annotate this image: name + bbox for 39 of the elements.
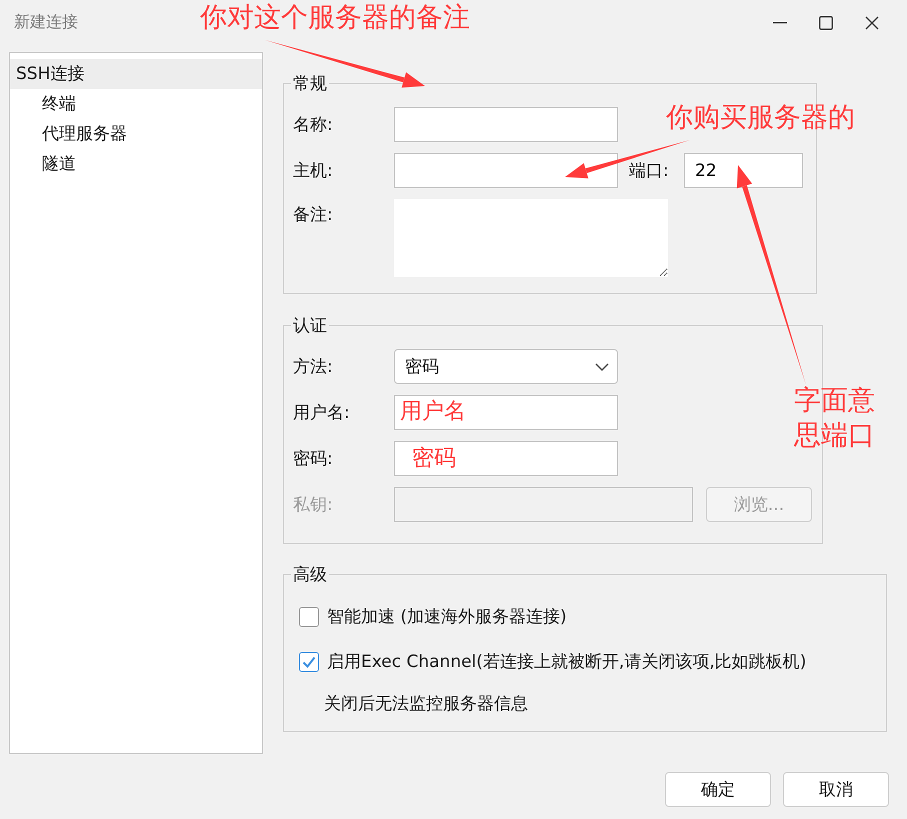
input-field[interactable]: [394, 107, 618, 142]
tree-item[interactable]: 代理服务器: [10, 119, 262, 149]
group-title: 高级: [292, 564, 328, 586]
close-icon: [865, 16, 879, 30]
input-field[interactable]: [394, 441, 618, 476]
checkbox[interactable]: [299, 652, 319, 672]
annotation-text: 用户名: [400, 398, 466, 426]
input-field[interactable]: 22: [684, 153, 803, 188]
check-icon: [302, 656, 316, 668]
minimize-icon: [773, 22, 787, 24]
field-label: 用户名:: [293, 402, 351, 424]
field-label: 私钥:: [293, 494, 334, 516]
field-label: 名称:: [293, 114, 334, 136]
field-label: 方法:: [293, 356, 334, 378]
checkbox-label: 启用Exec Channel(若连接上就被断开,请关闭该项,比如跳板机): [327, 651, 806, 673]
field-label: 密码:: [293, 448, 334, 470]
input-field[interactable]: [394, 395, 618, 430]
input-field[interactable]: [394, 153, 618, 188]
checkbox[interactable]: [299, 606, 319, 626]
annotation-text: 字面意思端口: [794, 384, 876, 454]
cancel-button[interactable]: 取消: [783, 772, 889, 807]
annotation-text: 你对这个服务器的备注: [200, 1, 470, 35]
ok-button[interactable]: 确定: [665, 772, 771, 807]
maximize-icon: [819, 16, 833, 30]
field-label: 端口:: [629, 160, 670, 182]
annotation-text: 密码: [412, 445, 456, 473]
field-label: 备注:: [293, 204, 334, 227]
annotation-text: 你购买服务器的: [666, 101, 855, 135]
window-title: 新建连接: [14, 12, 78, 33]
hint-text: 关闭后无法监控服务器信息: [324, 693, 529, 715]
chevron-down-icon: [595, 362, 609, 370]
field-label: 主机:: [293, 160, 334, 182]
dropdown[interactable]: 密码: [394, 349, 618, 384]
tree-item[interactable]: SSH连接: [10, 59, 262, 89]
checkbox-label: 智能加速 (加速海外服务器连接): [327, 606, 567, 628]
tree-item[interactable]: 隧道: [10, 149, 262, 179]
tree-item[interactable]: 终端: [10, 89, 262, 119]
group-title: 常规: [292, 73, 328, 95]
group-title: 认证: [292, 315, 328, 337]
